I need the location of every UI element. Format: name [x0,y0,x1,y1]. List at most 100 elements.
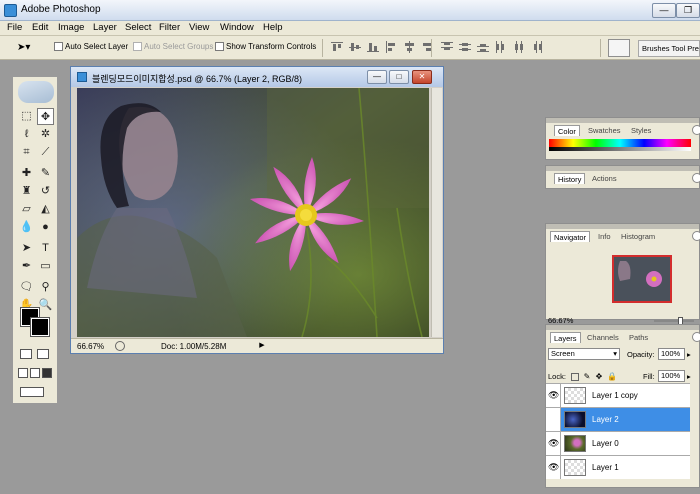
eraser-icon[interactable]: ▱ [18,201,35,218]
auto-select-layer-checkbox[interactable] [54,42,63,51]
layer-name[interactable]: Layer 1 copy [592,390,638,401]
history-brush-icon[interactable]: ↺ [37,183,54,200]
distribute-vertical-centers-icon[interactable] [459,41,471,53]
restore-button[interactable]: ❐ [676,3,700,18]
type-icon[interactable]: T [37,240,54,257]
visibility-cell[interactable]: 👁 [546,408,561,431]
tab-paths[interactable]: Paths [626,332,651,343]
status-icon[interactable] [115,341,125,351]
blend-mode-select[interactable]: Screen ▾ [548,348,620,360]
crop-icon[interactable]: ⌗ [18,144,35,161]
align-left-edges-icon[interactable] [385,41,397,53]
minimize-button[interactable]: — [652,3,676,18]
blur-icon[interactable]: 💧 [18,219,35,236]
move-icon[interactable]: ✥ [37,108,54,125]
layer-row[interactable]: 👁 Layer 1 [546,455,690,479]
eye-icon[interactable]: 👁 [548,462,559,473]
magic-wand-icon[interactable]: ✲ [37,126,54,143]
layer-row[interactable]: 👁 Layer 1 copy [546,383,690,407]
lock-pixels-icon[interactable]: ✎ [583,373,591,381]
panel-handle[interactable] [546,166,699,171]
document-close-button[interactable]: ✕ [412,70,432,84]
eye-icon[interactable]: 👁 [548,414,559,425]
status-menu-arrow-icon[interactable]: ▶ [258,341,266,351]
tab-channels[interactable]: Channels [584,332,622,343]
standard-mode-icon[interactable] [20,349,32,359]
background-color-swatch[interactable] [30,317,50,337]
eye-icon[interactable]: 👁 [548,390,559,401]
dodge-icon[interactable]: ● [37,219,54,236]
marquee-icon[interactable]: ⬚ [18,108,35,125]
visibility-cell[interactable]: 👁 [546,384,561,407]
standard-screen-icon[interactable] [18,368,28,378]
panel-handle[interactable] [546,325,699,330]
document-minimize-button[interactable]: — [367,70,387,84]
eyedropper-icon[interactable]: ⚲ [37,279,54,296]
menu-window[interactable]: Window [220,22,254,34]
layer-row[interactable]: 👁 Layer 0 [546,431,690,455]
chevron-right-icon[interactable]: ▸ [687,371,691,382]
menu-filter[interactable]: Filter [159,22,180,34]
layer-name[interactable]: Layer 0 [592,438,619,449]
document-maximize-button[interactable]: □ [389,70,409,84]
brush-icon[interactable]: ✎ [37,165,54,182]
tab-history[interactable]: History [554,173,586,184]
full-screen-icon[interactable] [42,368,52,378]
align-top-edges-icon[interactable] [331,41,343,53]
vertical-scrollbar[interactable] [431,88,442,337]
menu-edit[interactable]: Edit [32,22,48,34]
distribute-top-icon[interactable] [441,41,453,53]
full-screen-menu-icon[interactable] [30,368,40,378]
eye-icon[interactable]: 👁 [548,438,559,449]
layer-name[interactable]: Layer 1 [592,462,619,473]
tab-actions[interactable]: Actions [589,173,620,184]
tab-info[interactable]: Info [595,231,614,242]
palette-well-icon[interactable] [608,39,630,57]
document-titlebar[interactable]: 블렌딩모드이미지합성.psd @ 66.7% (Layer 2, RGB/8) … [71,67,443,87]
layer-name[interactable]: Layer 2 [592,414,619,425]
tab-swatches[interactable]: Swatches [585,125,624,136]
tab-layers[interactable]: Layers [550,332,581,343]
menu-view[interactable]: View [189,22,209,34]
panel-menu-icon[interactable] [692,125,700,135]
healing-brush-icon[interactable]: ✚ [18,165,35,182]
tool-presets-tab[interactable]: Brushes Tool Presets [638,40,700,57]
lock-all-icon[interactable]: 🔒 [607,373,617,381]
tab-navigator[interactable]: Navigator [550,231,591,242]
distribute-left-icon[interactable] [495,41,507,53]
panel-handle[interactable] [546,224,699,229]
panel-menu-icon[interactable] [692,332,700,342]
lock-position-icon[interactable]: ✥ [595,373,603,381]
distribute-horizontal-centers-icon[interactable] [513,41,525,53]
tab-styles[interactable]: Styles [628,125,654,136]
menu-file[interactable]: File [7,22,22,34]
pen-icon[interactable]: ✒ [18,258,35,275]
notes-icon[interactable]: 🗨 [18,279,35,296]
menu-layer[interactable]: Layer [93,22,117,34]
distribute-right-icon[interactable] [531,41,543,53]
lock-transparency-icon[interactable] [571,373,579,381]
panel-menu-icon[interactable] [692,173,700,183]
show-transform-controls-checkbox[interactable] [215,42,224,51]
path-selection-icon[interactable]: ➤ [18,240,35,257]
jump-to-imageready-icon[interactable] [20,387,44,397]
panel-handle[interactable] [546,118,699,123]
paint-bucket-icon[interactable]: ◭ [37,201,54,218]
shape-icon[interactable]: ▭ [37,258,54,275]
menu-select[interactable]: Select [125,22,151,34]
tool-preset-picker[interactable]: ➤▾ [17,41,43,55]
panel-menu-icon[interactable] [692,231,700,241]
quick-mask-icon[interactable] [37,349,49,359]
align-horizontal-centers-icon[interactable] [403,41,415,53]
zoom-level[interactable]: 66.67% [77,341,104,352]
chevron-right-icon[interactable]: ▸ [687,349,691,360]
photoshop-feather-icon[interactable] [18,81,54,103]
image-canvas[interactable] [77,88,429,337]
lasso-icon[interactable]: ℓ [18,126,35,143]
clone-stamp-icon[interactable]: ♜ [18,183,35,200]
tab-color[interactable]: Color [554,125,580,136]
align-vertical-centers-icon[interactable] [349,41,361,53]
layer-row-selected[interactable]: 👁 Layer 2 [546,407,690,431]
fill-field[interactable]: 100% [658,370,685,382]
opacity-field[interactable]: 100% [658,348,685,360]
